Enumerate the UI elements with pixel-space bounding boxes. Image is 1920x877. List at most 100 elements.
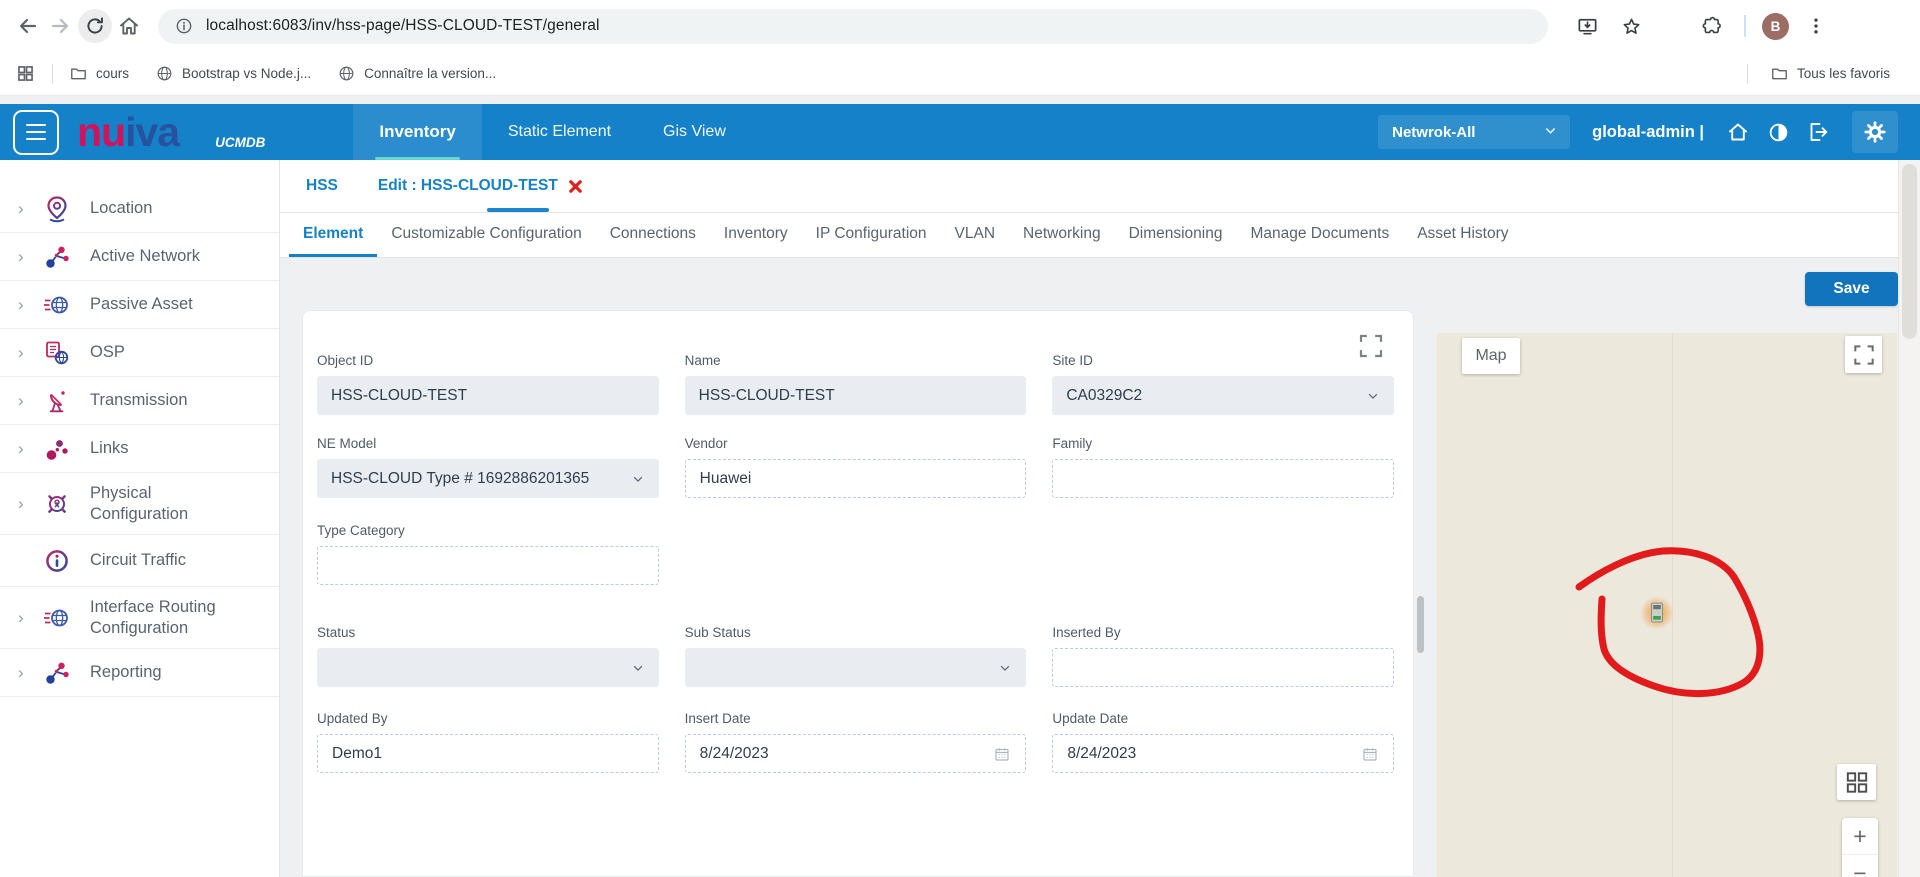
field-updated-by: Updated By Demo1	[317, 711, 659, 773]
vendor-input[interactable]: Huawei	[685, 459, 1027, 498]
globe-speed-icon	[40, 288, 74, 322]
update-date-input[interactable]: 8/24/2023	[1052, 734, 1394, 773]
insert-date-input[interactable]: 8/24/2023	[685, 734, 1027, 773]
forward-icon[interactable]	[44, 9, 78, 43]
sidebar-item-active-network[interactable]: › Active Network	[0, 233, 279, 281]
element-form-card: Object ID HSS-CLOUD-TEST Name HSS-CLOUD-…	[302, 310, 1414, 877]
save-button[interactable]: Save	[1805, 272, 1898, 306]
divider	[1747, 64, 1748, 84]
nav-tab-static-element[interactable]: Static Element	[482, 104, 637, 160]
url-bar[interactable]: localhost:6083/inv/hss-page/HSS-CLOUD-TE…	[158, 9, 1548, 44]
type-category-input[interactable]	[317, 546, 659, 585]
install-icon[interactable]	[1570, 9, 1604, 43]
sidebar-item-physical-configuration[interactable]: › Physical Configuration	[0, 473, 279, 535]
form-scrollbar-thumb[interactable]	[1417, 596, 1424, 653]
menu-toggle-button[interactable]	[13, 110, 59, 155]
close-icon[interactable]	[567, 178, 584, 195]
satellite-dish-icon	[40, 384, 74, 418]
zoom-out-button[interactable]: −	[1842, 855, 1878, 877]
browser-toolbar: localhost:6083/inv/hss-page/HSS-CLOUD-TE…	[0, 0, 1920, 52]
bookmark-bootstrap[interactable]: Bootstrap vs Node.j...	[155, 64, 311, 83]
map-layer-chip[interactable]: Map	[1462, 338, 1520, 374]
sidebar-item-osp[interactable]: › OSP	[0, 329, 279, 377]
field-object-id: Object ID HSS-CLOUD-TEST	[317, 353, 659, 415]
field-site-id: Site ID CA0329C2	[1052, 353, 1394, 415]
field-status: Status	[317, 625, 659, 687]
tab-hss[interactable]: HSS	[306, 177, 338, 195]
ne-model-select[interactable]: HSS-CLOUD Type # 1692886201365	[317, 459, 659, 498]
name-input[interactable]: HSS-CLOUD-TEST	[685, 376, 1027, 415]
contrast-icon[interactable]	[1758, 112, 1798, 152]
reload-icon[interactable]	[78, 9, 112, 43]
field-update-date: Update Date 8/24/2023	[1052, 711, 1394, 773]
tab-ip-configuration[interactable]: IP Configuration	[802, 213, 941, 257]
nav-tab-gis-view[interactable]: Gis View	[637, 104, 752, 160]
bookmark-connaitre[interactable]: Connaître la version...	[337, 64, 496, 83]
field-ne-model: NE Model HSS-CLOUD Type # 1692886201365	[317, 436, 659, 498]
extensions-icon[interactable]	[1694, 9, 1728, 43]
network-select[interactable]: Netwrok-All	[1378, 115, 1570, 149]
field-vendor: Vendor Huawei	[685, 436, 1027, 498]
all-favorites[interactable]: Tous les favoris	[1747, 64, 1890, 84]
tab-asset-history[interactable]: Asset History	[1403, 213, 1522, 257]
nav-tab-inventory[interactable]: Inventory	[353, 104, 482, 160]
family-input[interactable]	[1052, 459, 1394, 498]
calendar-icon[interactable]	[993, 745, 1011, 763]
tab-dimensioning[interactable]: Dimensioning	[1115, 213, 1237, 257]
device-map-marker[interactable]	[1639, 595, 1675, 631]
gear-wrench-icon	[40, 487, 74, 521]
inserted-by-input[interactable]	[1052, 648, 1394, 687]
sub-status-select[interactable]	[685, 648, 1027, 687]
tab-element[interactable]: Element	[289, 213, 377, 257]
sidebar-item-reporting[interactable]: › Reporting	[0, 649, 279, 697]
sidebar-item-passive-asset[interactable]: › Passive Asset	[0, 281, 279, 329]
chevron-right-icon: ›	[18, 439, 40, 459]
bookmark-cours[interactable]: cours	[69, 64, 129, 83]
calendar-icon[interactable]	[1361, 745, 1379, 763]
sidebar-item-location[interactable]: › Location	[0, 185, 279, 233]
tab-connections[interactable]: Connections	[596, 213, 710, 257]
home-icon[interactable]	[1718, 112, 1758, 152]
object-id-input[interactable]: HSS-CLOUD-TEST	[317, 376, 659, 415]
screen: localhost:6083/inv/hss-page/HSS-CLOUD-TE…	[0, 0, 1920, 877]
sidebar-item-links[interactable]: › Links	[0, 425, 279, 473]
map-fullscreen-icon[interactable]	[1845, 336, 1882, 373]
expand-icon[interactable]	[1353, 328, 1389, 364]
tab-inventory[interactable]: Inventory	[710, 213, 802, 257]
sidebar: › Location › Active Network › Passive As…	[0, 160, 280, 877]
browser-menu-icon[interactable]	[1799, 9, 1833, 43]
site-id-select[interactable]: CA0329C2	[1052, 376, 1394, 415]
tab-manage-documents[interactable]: Manage Documents	[1236, 213, 1403, 257]
active-tab-indicator	[487, 208, 549, 212]
map-grid-view-icon[interactable]	[1837, 764, 1876, 800]
profile-avatar[interactable]: B	[1762, 13, 1789, 40]
field-type-category: Type Category	[317, 523, 659, 585]
map-panel[interactable]: Map + −	[1437, 333, 1897, 877]
folder-icon	[69, 64, 88, 83]
documents-globe-icon	[40, 336, 74, 370]
location-icon	[40, 192, 74, 226]
bookmark-star-icon[interactable]	[1614, 9, 1648, 43]
sidebar-item-transmission[interactable]: › Transmission	[0, 377, 279, 425]
logout-icon[interactable]	[1798, 112, 1838, 152]
tab-edit-hss-cloud-test[interactable]: Edit : HSS-CLOUD-TEST	[378, 177, 584, 195]
apps-grid-icon[interactable]	[8, 57, 42, 91]
settings-gear-icon[interactable]	[1852, 111, 1898, 153]
chevron-down-icon	[998, 661, 1012, 675]
browser-scrollbar-thumb[interactable]	[1902, 164, 1917, 339]
status-select[interactable]	[317, 648, 659, 687]
tab-networking[interactable]: Networking	[1009, 213, 1115, 257]
zoom-in-button[interactable]: +	[1842, 818, 1878, 855]
tab-vlan[interactable]: VLAN	[941, 213, 1010, 257]
tab-customizable-configuration[interactable]: Customizable Configuration	[377, 213, 595, 257]
browser-scrollbar[interactable]	[1898, 160, 1920, 877]
map-zoom-control: + −	[1842, 818, 1878, 877]
site-info-icon[interactable]	[174, 16, 194, 36]
url-text[interactable]: localhost:6083/inv/hss-page/HSS-CLOUD-TE…	[206, 17, 600, 35]
sidebar-item-circuit-traffic[interactable]: › Circuit Traffic	[0, 535, 279, 587]
sidebar-item-interface-routing-configuration[interactable]: › Interface Routing Configuration	[0, 587, 279, 649]
chevron-right-icon: ›	[18, 343, 40, 363]
browser-home-icon[interactable]	[112, 9, 146, 43]
updated-by-input[interactable]: Demo1	[317, 734, 659, 773]
back-icon[interactable]	[10, 9, 44, 43]
